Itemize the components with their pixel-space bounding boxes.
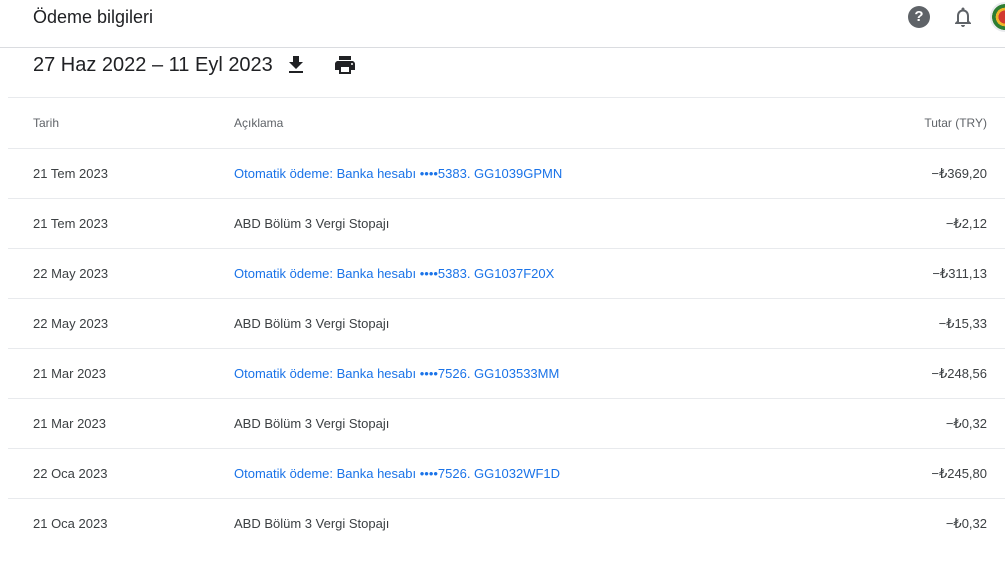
row-amount: −₺0,32	[945, 516, 987, 531]
table-row: 22 Oca 2023 Otomatik ödeme: Banka hesabı…	[8, 449, 1005, 499]
column-header-amount: Tutar (TRY)	[924, 116, 987, 130]
date-range-bar: 27 Haz 2022 – 11 Eyl 2023	[0, 48, 1005, 98]
top-app-bar: Ödeme bilgileri ?	[0, 0, 1005, 48]
table-row: 21 Tem 2023 ABD Bölüm 3 Vergi Stopajı −₺…	[8, 199, 1005, 249]
row-date: 22 Oca 2023	[33, 466, 108, 481]
bell-icon[interactable]	[951, 5, 975, 29]
row-description: ABD Bölüm 3 Vergi Stopajı	[234, 316, 390, 331]
row-amount: −₺15,33	[938, 316, 987, 331]
row-description: ABD Bölüm 3 Vergi Stopajı	[234, 516, 390, 531]
help-icon[interactable]: ?	[908, 6, 930, 28]
table-row: 22 May 2023 ABD Bölüm 3 Vergi Stopajı −₺…	[8, 299, 1005, 349]
transactions-table: Tarih Açıklama Tutar (TRY) 21 Tem 2023 O…	[8, 98, 1005, 549]
row-description-link[interactable]: Otomatik ödeme: Banka hesabı ••••7526. G…	[234, 449, 560, 499]
row-description: ABD Bölüm 3 Vergi Stopajı	[234, 416, 390, 431]
page-title: Ödeme bilgileri	[33, 7, 154, 27]
column-header-description: Açıklama	[234, 116, 284, 130]
print-icon[interactable]	[333, 53, 357, 77]
row-date: 21 Tem 2023	[33, 166, 108, 181]
table-row: 21 Oca 2023 ABD Bölüm 3 Vergi Stopajı −₺…	[8, 499, 1005, 549]
row-date: 22 May 2023	[33, 316, 109, 331]
row-description-link[interactable]: Otomatik ödeme: Banka hesabı ••••5383. G…	[234, 149, 562, 199]
row-description-link[interactable]: Otomatik ödeme: Banka hesabı ••••7526. G…	[234, 349, 559, 399]
row-amount: −₺311,13	[932, 266, 987, 281]
row-date: 22 May 2023	[33, 266, 109, 281]
row-description-link[interactable]: Otomatik ödeme: Banka hesabı ••••5383. G…	[234, 249, 554, 299]
date-range-label: 27 Haz 2022 – 11 Eyl 2023	[33, 54, 273, 76]
avatar[interactable]	[990, 2, 1005, 32]
row-amount: −₺248,56	[931, 366, 987, 381]
table-row: 21 Mar 2023 ABD Bölüm 3 Vergi Stopajı −₺…	[8, 399, 1005, 449]
row-date: 21 Mar 2023	[33, 366, 106, 381]
row-amount: −₺2,12	[945, 216, 987, 231]
row-description: ABD Bölüm 3 Vergi Stopajı	[234, 216, 390, 231]
table-row: 22 May 2023 Otomatik ödeme: Banka hesabı…	[8, 249, 1005, 299]
row-date: 21 Mar 2023	[33, 416, 106, 431]
row-amount: −₺0,32	[945, 416, 987, 431]
row-amount: −₺369,20	[931, 166, 987, 181]
table-row: 21 Tem 2023 Otomatik ödeme: Banka hesabı…	[8, 149, 1005, 199]
row-amount: −₺245,80	[931, 466, 987, 481]
table-row: 21 Mar 2023 Otomatik ödeme: Banka hesabı…	[8, 349, 1005, 399]
row-date: 21 Tem 2023	[33, 216, 108, 231]
column-header-date: Tarih	[33, 116, 60, 130]
download-icon[interactable]	[284, 53, 308, 77]
row-date: 21 Oca 2023	[33, 516, 108, 531]
table-header-row: Tarih Açıklama Tutar (TRY)	[8, 98, 1005, 149]
